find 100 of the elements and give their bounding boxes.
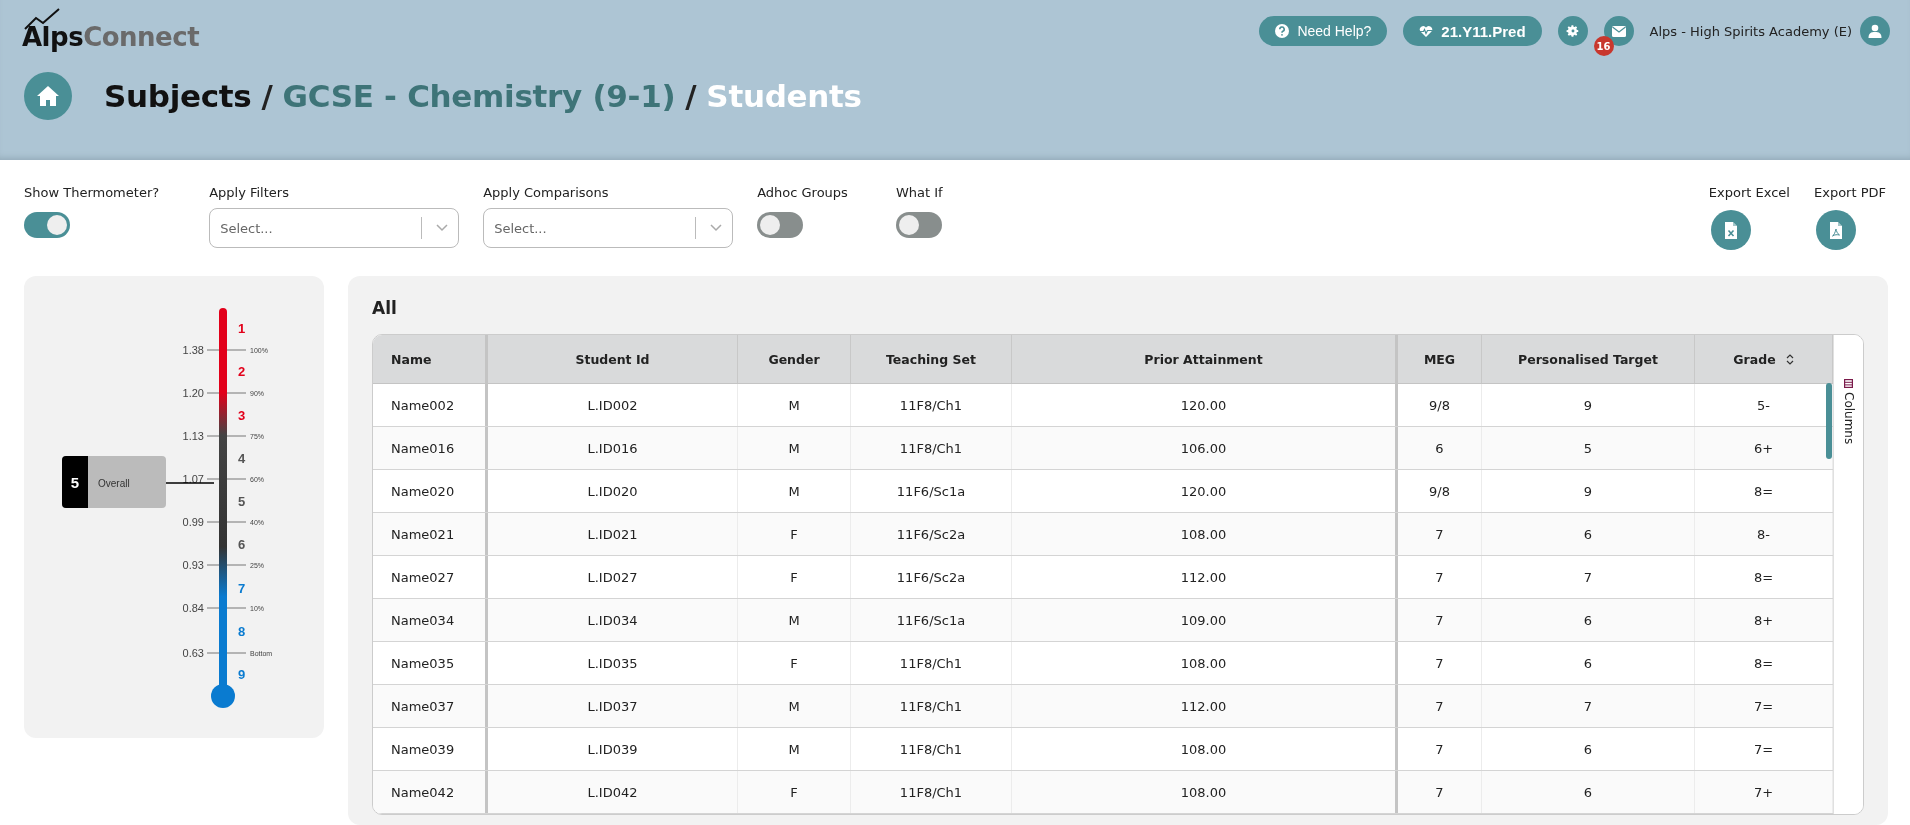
table-cell: M — [738, 685, 851, 727]
grade-number: 4 — [238, 450, 246, 466]
table-cell: L.ID039 — [488, 728, 738, 770]
scale-value: 1.13 — [182, 430, 204, 442]
grade-number: 3 — [238, 407, 246, 423]
table-cell: 11F8/Ch1 — [851, 642, 1012, 684]
table-cell: 7 — [1398, 771, 1482, 813]
export-button[interactable] — [1710, 210, 1751, 250]
column-header: MEG — [1398, 335, 1482, 383]
school-name: Alps - High Spirits Academy (E) — [1649, 23, 1852, 39]
chevron-down-icon — [710, 224, 723, 232]
table-cell: 11F8/Ch1 — [851, 728, 1012, 770]
table-cell: 11F6/Sc1a — [851, 470, 1012, 512]
table-cell: L.ID002 — [488, 384, 738, 426]
toggle-switch[interactable] — [757, 212, 804, 238]
table-cell: 6 — [1482, 771, 1695, 813]
column-header: Teaching Set — [851, 335, 1012, 383]
scale-value: 1.07 — [182, 473, 204, 485]
notification-badge: 16 — [1593, 36, 1614, 56]
table-title: All — [372, 298, 398, 318]
pdf-file-icon — [1829, 221, 1843, 239]
table-cell: 6 — [1482, 642, 1695, 684]
table-cell: L.ID020 — [488, 470, 738, 512]
table-cell: 7 — [1398, 513, 1482, 555]
scale-value: 0.84 — [182, 602, 204, 614]
table-cell: 7 — [1482, 685, 1695, 727]
sort-icon — [1785, 353, 1794, 365]
table-cell: 7 — [1398, 599, 1482, 641]
breadcrumb-item: Students — [706, 78, 862, 114]
user-button[interactable] — [1860, 16, 1890, 46]
scale-value: 1.38 — [182, 344, 204, 356]
control-label: Show Thermometer? — [24, 185, 160, 200]
control-label: Apply Filters — [209, 185, 290, 200]
table-cell: L.ID034 — [488, 599, 738, 641]
table-cell: F — [738, 771, 851, 813]
table-cell: 7 — [1398, 642, 1482, 684]
table-cell: 9/8 — [1398, 384, 1482, 426]
scale-value: 0.93 — [182, 559, 204, 571]
question-icon — [1275, 24, 1290, 38]
excel-file-icon — [1723, 221, 1738, 239]
scale-value: 0.63 — [182, 647, 204, 659]
grade-number: 7 — [238, 580, 246, 596]
table-cell: 7 — [1398, 556, 1482, 598]
columns-tab[interactable]: Columns — [1833, 335, 1863, 814]
export-button[interactable] — [1816, 210, 1856, 250]
marker-label: Overall — [98, 478, 130, 489]
grade-number: 5 — [238, 494, 246, 509]
home-icon — [36, 85, 60, 107]
table-cell: 6 — [1398, 427, 1482, 469]
logo: AlpsConnect — [22, 4, 200, 52]
grade-number: 8 — [238, 623, 246, 639]
table-cell: M — [738, 470, 851, 512]
table-cell: L.ID035 — [488, 642, 738, 684]
export-label: Export Excel — [1708, 185, 1790, 200]
table-cell: 11F6/Sc1a — [851, 599, 1012, 641]
chevron-down-icon — [436, 224, 449, 232]
table-cell: 6 — [1482, 728, 1695, 770]
table-cell: 11F8/Ch1 — [851, 427, 1012, 469]
grade-number: 1 — [238, 321, 246, 336]
table-cell: M — [738, 427, 851, 469]
breadcrumb-separator: / — [261, 78, 273, 114]
table-cell: 7 — [1398, 728, 1482, 770]
toggle-switch[interactable] — [895, 212, 942, 238]
table-cell: 9 — [1482, 384, 1695, 426]
toggle-switch[interactable] — [24, 212, 70, 238]
scrollbar-thumb[interactable] — [1826, 383, 1832, 459]
home-button[interactable] — [24, 72, 72, 120]
column-header: Personalised Target — [1482, 335, 1695, 383]
select-dropdown[interactable]: Select... — [483, 208, 734, 248]
table-cell: M — [738, 599, 851, 641]
table-cell: M — [738, 384, 851, 426]
breadcrumb-separator: / — [685, 78, 697, 114]
select-dropdown[interactable]: Select... — [209, 208, 460, 248]
table-cell: 9/8 — [1398, 470, 1482, 512]
dataset-button[interactable]: 21.Y11.Pred — [1403, 16, 1542, 46]
table-cell: L.ID027 — [488, 556, 738, 598]
help-button[interactable]: Need Help? — [1259, 16, 1388, 46]
control-label: Apply Comparisons — [483, 185, 610, 200]
heartbeat-icon — [1419, 24, 1434, 38]
scale-value: 0.99 — [182, 516, 204, 528]
settings-button[interactable] — [1557, 16, 1588, 46]
settings-icon — [1565, 24, 1580, 38]
table-cell: 11F6/Sc2a — [851, 556, 1012, 598]
column-header: Student Id — [488, 335, 738, 383]
table-cell: L.ID021 — [488, 513, 738, 555]
grade-number: 2 — [238, 364, 246, 380]
table-cell: 5 — [1482, 427, 1695, 469]
marker-grade: 5 — [70, 474, 80, 491]
breadcrumb-item[interactable]: Subjects — [104, 78, 252, 114]
scale-value: 1.20 — [182, 387, 204, 399]
columns-icon — [1844, 379, 1853, 388]
leader-line — [165, 482, 215, 484]
table-cell: F — [738, 642, 851, 684]
table-cell: 11F8/Ch1 — [851, 771, 1012, 813]
table-cell: 6 — [1482, 599, 1695, 641]
control-label: Adhoc Groups — [757, 185, 848, 200]
table-cell: L.ID037 — [488, 685, 738, 727]
table-cell: 11F6/Sc2a — [851, 513, 1012, 555]
user-icon — [1868, 24, 1882, 38]
table-cell: 6 — [1482, 513, 1695, 555]
